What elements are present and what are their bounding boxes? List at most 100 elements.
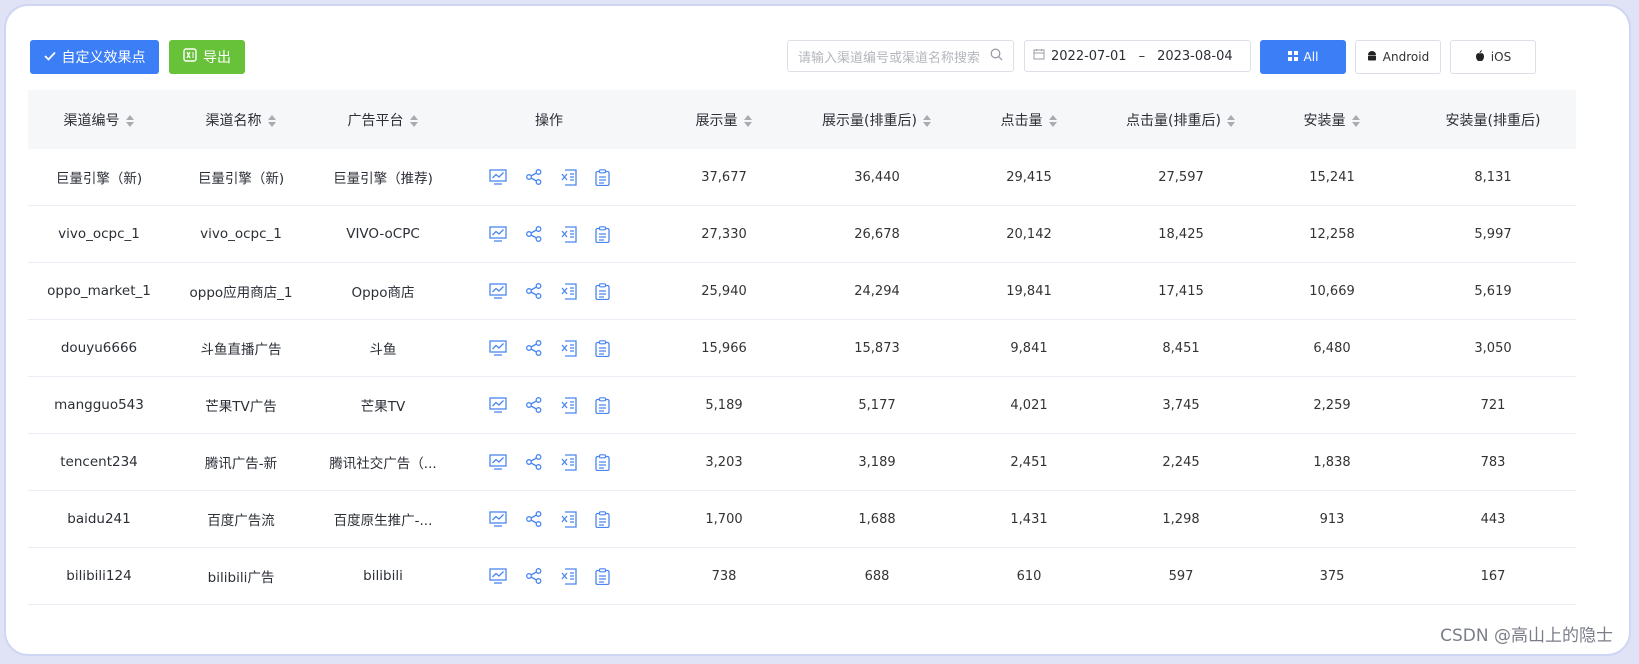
cell-platform: 腾讯社交广告（...: [312, 433, 454, 491]
cell-install: 375: [1254, 547, 1410, 605]
date-end[interactable]: 2023-08-04: [1157, 49, 1233, 64]
operation-icons: [460, 339, 638, 357]
cell-name: 巨量引擎（新): [170, 149, 312, 206]
excel-export-icon[interactable]: [561, 168, 577, 186]
header-channel-name[interactable]: 渠道名称: [170, 90, 312, 149]
apple-icon: [1475, 49, 1485, 65]
calendar-icon: [1033, 48, 1045, 64]
cell-click: 20,142: [950, 205, 1108, 263]
share-icon[interactable]: [525, 283, 543, 299]
cell-name: 芒果TV广告: [170, 376, 312, 434]
sort-icon[interactable]: [922, 114, 932, 128]
custom-effect-button[interactable]: 自定义效果点: [30, 40, 159, 74]
sort-icon[interactable]: [743, 114, 753, 128]
share-icon[interactable]: [525, 454, 543, 470]
header-channel-code[interactable]: 渠道编号: [28, 90, 170, 149]
excel-export-icon[interactable]: [561, 282, 577, 300]
row-operations: [454, 319, 644, 377]
monitor-chart-icon[interactable]: [488, 397, 507, 413]
table-row: mangguo543 芒果TV广告 芒果TV 5,189 5,177 4,021 3,745…: [28, 376, 1576, 434]
cell-code: oppo_market_1: [28, 262, 170, 320]
clipboard-icon[interactable]: [594, 339, 610, 357]
custom-effect-label: 自定义效果点: [61, 50, 146, 66]
cell-platform: Oppo商店: [312, 262, 454, 320]
share-icon[interactable]: [525, 568, 543, 584]
clipboard-icon[interactable]: [594, 396, 610, 414]
cell-click: 2,451: [950, 433, 1108, 491]
cell-install: 10,669: [1254, 262, 1410, 320]
platform-all-button[interactable]: All: [1260, 40, 1346, 74]
header-clicks[interactable]: 点击量: [950, 90, 1108, 149]
sort-icon[interactable]: [1048, 114, 1058, 128]
search-input[interactable]: 请输入渠道编号或渠道名称搜索: [787, 40, 1014, 72]
operation-icons: [460, 168, 638, 186]
cell-impr: 5,189: [644, 376, 804, 434]
sort-icon[interactable]: [267, 114, 277, 128]
sort-icon[interactable]: [409, 114, 419, 128]
date-start[interactable]: 2022-07-01: [1051, 49, 1127, 64]
platform-android-button[interactable]: Android: [1355, 40, 1441, 74]
excel-export-icon[interactable]: [561, 510, 577, 528]
cell-impr-u: 3,189: [804, 433, 950, 491]
excel-export-icon[interactable]: [561, 453, 577, 471]
cell-install: 2,259: [1254, 376, 1410, 434]
clipboard-icon[interactable]: [594, 510, 610, 528]
export-button[interactable]: 导出: [169, 40, 245, 74]
operation-icons: [460, 567, 638, 585]
clipboard-icon[interactable]: [594, 282, 610, 300]
share-icon[interactable]: [525, 340, 543, 356]
share-icon[interactable]: [525, 511, 543, 527]
cell-code: vivo_ocpc_1: [28, 205, 170, 263]
header-impressions-unique[interactable]: 展示量(排重后): [804, 90, 950, 149]
share-icon[interactable]: [525, 169, 543, 185]
row-operations: [454, 262, 644, 320]
monitor-chart-icon[interactable]: [488, 454, 507, 470]
operation-icons: [460, 225, 638, 243]
row-operations: [454, 433, 644, 491]
sort-icon[interactable]: [125, 114, 135, 128]
grid-icon: [1287, 50, 1298, 64]
clipboard-icon[interactable]: [594, 168, 610, 186]
excel-export-icon[interactable]: [561, 567, 577, 585]
cell-install: 12,258: [1254, 205, 1410, 263]
operation-icons: [460, 510, 638, 528]
monitor-chart-icon[interactable]: [488, 283, 507, 299]
cell-name: bilibili广告: [170, 547, 312, 605]
cell-install-u: 8,131: [1410, 149, 1576, 206]
header-installs[interactable]: 安装量: [1254, 90, 1410, 149]
cell-click: 29,415: [950, 149, 1108, 206]
cell-impr-u: 688: [804, 547, 950, 605]
excel-export-icon[interactable]: [561, 396, 577, 414]
share-icon[interactable]: [525, 397, 543, 413]
header-installs-unique[interactable]: 安装量(排重后): [1410, 90, 1576, 149]
search-icon: [990, 48, 1003, 65]
share-icon[interactable]: [525, 226, 543, 242]
header-clicks-unique[interactable]: 点击量(排重后): [1108, 90, 1254, 149]
monitor-chart-icon[interactable]: [488, 511, 507, 527]
row-operations: [454, 205, 644, 263]
table-row: 巨量引擎（新) 巨量引擎（新) 巨量引擎（推荐) 37,677 36,440 29,415…: [28, 149, 1576, 206]
date-separator: –: [1138, 48, 1146, 64]
clipboard-icon[interactable]: [594, 225, 610, 243]
cell-install: 913: [1254, 490, 1410, 548]
cell-impr-u: 5,177: [804, 376, 950, 434]
date-range-picker[interactable]: 2022-07-01 – 2023-08-04: [1024, 40, 1251, 72]
clipboard-icon[interactable]: [594, 453, 610, 471]
clipboard-icon[interactable]: [594, 567, 610, 585]
header-ad-platform[interactable]: 广告平台: [312, 90, 454, 149]
monitor-chart-icon[interactable]: [488, 340, 507, 356]
platform-ios-button[interactable]: iOS: [1450, 40, 1536, 74]
monitor-chart-icon[interactable]: [488, 568, 507, 584]
app-frame: 自定义效果点 导出 请输入渠道编号或渠道名称搜索 2022-07-01 – 20…: [4, 4, 1631, 656]
cell-click-u: 2,245: [1108, 433, 1254, 491]
monitor-chart-icon[interactable]: [488, 169, 507, 185]
sort-icon[interactable]: [1226, 114, 1236, 128]
excel-export-icon[interactable]: [561, 225, 577, 243]
cell-name: vivo_ocpc_1: [170, 205, 312, 263]
cell-name: oppo应用商店_1: [170, 262, 312, 320]
monitor-chart-icon[interactable]: [488, 226, 507, 242]
excel-export-icon[interactable]: [561, 339, 577, 357]
header-impressions[interactable]: 展示量: [644, 90, 804, 149]
sort-icon[interactable]: [1351, 114, 1361, 128]
cell-platform: VIVO-oCPC: [312, 205, 454, 263]
